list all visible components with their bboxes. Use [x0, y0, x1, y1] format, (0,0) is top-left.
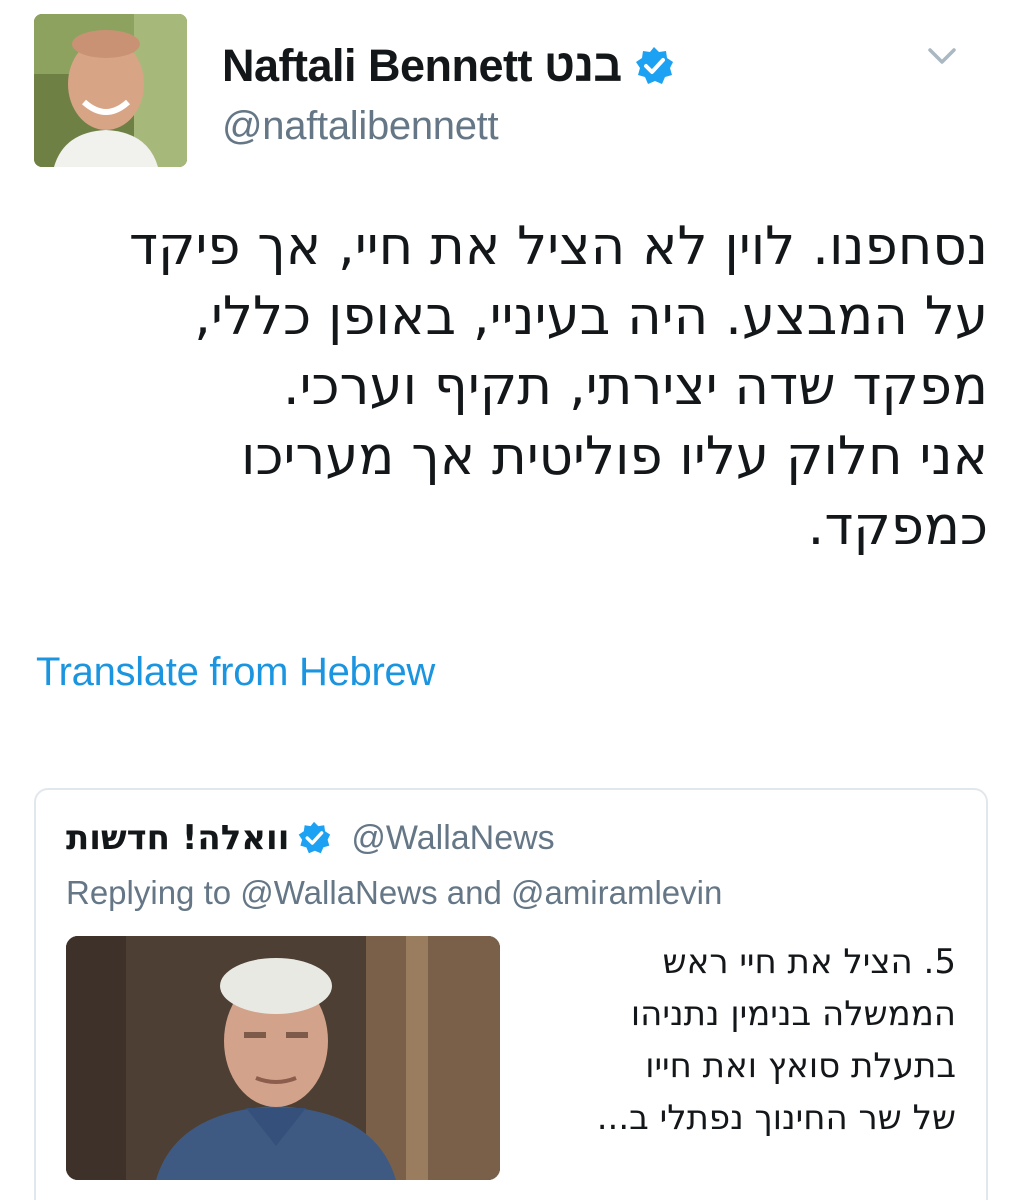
- quoted-tweet-header: וואלה! חדשות @WallaNews: [66, 808, 555, 868]
- verified-badge-icon: [634, 46, 674, 86]
- tweet-text-line: אני חלוק עליו פוליטית אך מעריכו: [241, 426, 988, 487]
- quoted-display-name: וואלה! חדשות: [66, 818, 290, 858]
- quoted-text-line: 5. הציל את חיי ראש: [662, 942, 957, 982]
- quoted-text-line: הממשלה בנימין נתניהו: [630, 994, 956, 1034]
- avatar-image: [34, 14, 187, 167]
- tweet-text: נסחפנו. לוין לא הציל את חיי, אך פיקד על …: [30, 212, 988, 562]
- translate-link[interactable]: Translate from Hebrew: [36, 650, 435, 695]
- tweet-text-line: כמפקד.: [807, 496, 988, 557]
- quoted-handle: @WallaNews: [351, 818, 555, 857]
- verified-badge-icon: [297, 821, 331, 855]
- quoted-text-line: בתעלת סואץ ואת חייו: [645, 1046, 956, 1086]
- avatar[interactable]: [34, 14, 187, 167]
- tweet-text-line: על המבצע. היה בעיניי, באופן כללי,: [194, 286, 988, 347]
- replying-to: Replying to @WallaNews and @amiramlevin: [66, 874, 723, 911]
- display-name[interactable]: Naftali Bennett בנט: [222, 40, 622, 92]
- quoted-tweet-image[interactable]: [66, 936, 500, 1180]
- tweet-text-line: נסחפנו. לוין לא הציל את חיי, אך פיקד: [128, 216, 988, 277]
- tweet-text-line: מפקד שדה יצירתי, תקיף וערכי.: [282, 356, 988, 417]
- handle[interactable]: @naftalibennett: [222, 104, 499, 149]
- tweet-card: Naftali Bennett בנט @naftalibennett נסחפ…: [0, 0, 1024, 1200]
- chevron-down-icon[interactable]: [920, 40, 964, 72]
- quoted-tweet-text: 5. הציל את חיי ראש הממשלה בנימין נתניהו …: [516, 936, 956, 1144]
- quoted-text-line: של שר החינוך נפתלי ב...: [596, 1098, 956, 1138]
- quoted-tweet[interactable]: וואלה! חדשות @WallaNews Replying to @Wal…: [34, 788, 988, 1200]
- display-name-row: Naftali Bennett בנט: [222, 38, 674, 94]
